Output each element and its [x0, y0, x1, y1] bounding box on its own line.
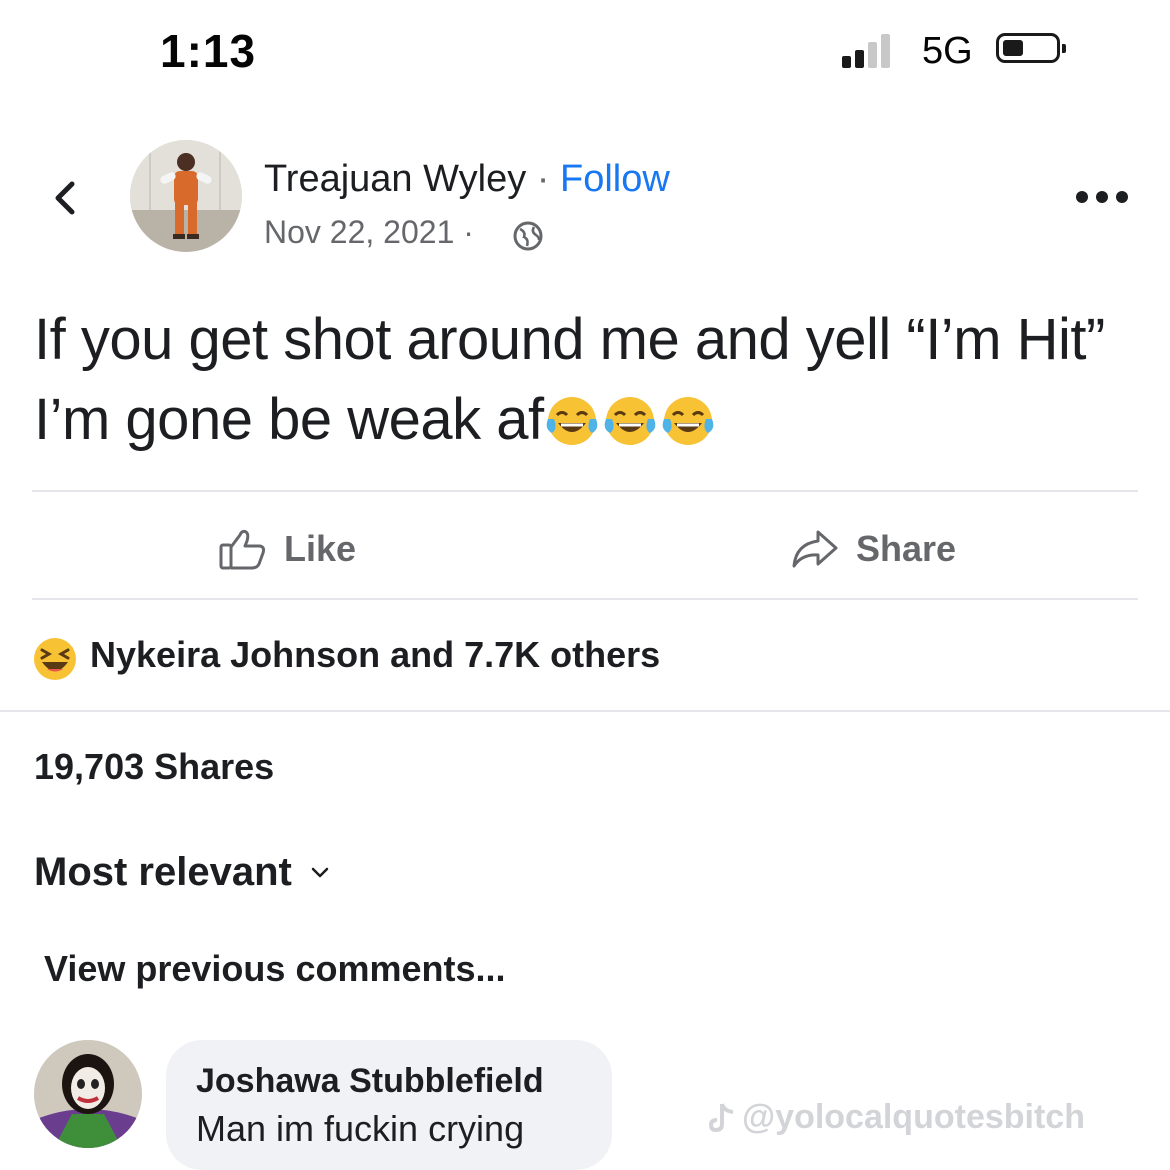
comment-text: Man im fuckin crying: [196, 1108, 525, 1149]
follow-link[interactable]: Follow: [560, 158, 670, 200]
sort-label: Most relevant: [34, 850, 292, 894]
commenter-avatar[interactable]: [34, 1040, 142, 1148]
divider: [32, 490, 1138, 492]
comment-sort-dropdown[interactable]: Most relevant: [34, 850, 330, 895]
post-text: If you get shot around me and yell “I’m …: [34, 300, 1134, 460]
shares-count[interactable]: 19,703 Shares: [34, 746, 274, 788]
view-previous-comments-link[interactable]: View previous comments...: [44, 948, 506, 990]
watermark-text: @yolocalquotesbitch: [742, 1098, 1085, 1136]
share-label: Share: [856, 528, 957, 569]
tears-of-joy-emoji: [602, 390, 658, 446]
like-label: Like: [284, 528, 357, 569]
haha-reaction-icon: [32, 636, 78, 682]
tears-of-joy-emoji: [544, 390, 600, 446]
like-button[interactable]: Like: [218, 524, 356, 574]
author-avatar[interactable]: [130, 140, 242, 252]
watermark: @yolocalquotesbitch: [708, 1098, 1085, 1137]
share-button[interactable]: Share: [790, 524, 956, 574]
separator: ·: [526, 158, 561, 200]
globe-icon: [512, 220, 544, 252]
reactions-summary[interactable]: Nykeira Johnson and 7.7K others: [90, 634, 660, 676]
thumbs-up-icon: [219, 529, 266, 570]
more-options-icon[interactable]: [1072, 190, 1132, 204]
status-time: 1:13: [160, 25, 257, 77]
back-chevron-icon[interactable]: [48, 178, 82, 218]
chevron-down-icon: [311, 867, 329, 877]
tiktok-logo-icon: [708, 1102, 734, 1132]
comment-bubble[interactable]: [166, 1040, 612, 1170]
tears-of-joy-emoji: [660, 390, 716, 446]
network-type: 5G: [922, 30, 973, 72]
cellular-signal-icon: [842, 34, 902, 68]
post-date[interactable]: Nov 22, 2021 ·: [264, 214, 474, 251]
commenter-name[interactable]: Joshawa Stubblefield: [196, 1062, 544, 1101]
post-author-line: Treajuan Wyley · Follow: [264, 158, 670, 201]
share-arrow-icon: [792, 530, 838, 568]
divider: [32, 598, 1138, 600]
divider: [0, 710, 1170, 712]
author-name[interactable]: Treajuan Wyley: [264, 158, 526, 200]
battery-icon: [996, 33, 1066, 63]
